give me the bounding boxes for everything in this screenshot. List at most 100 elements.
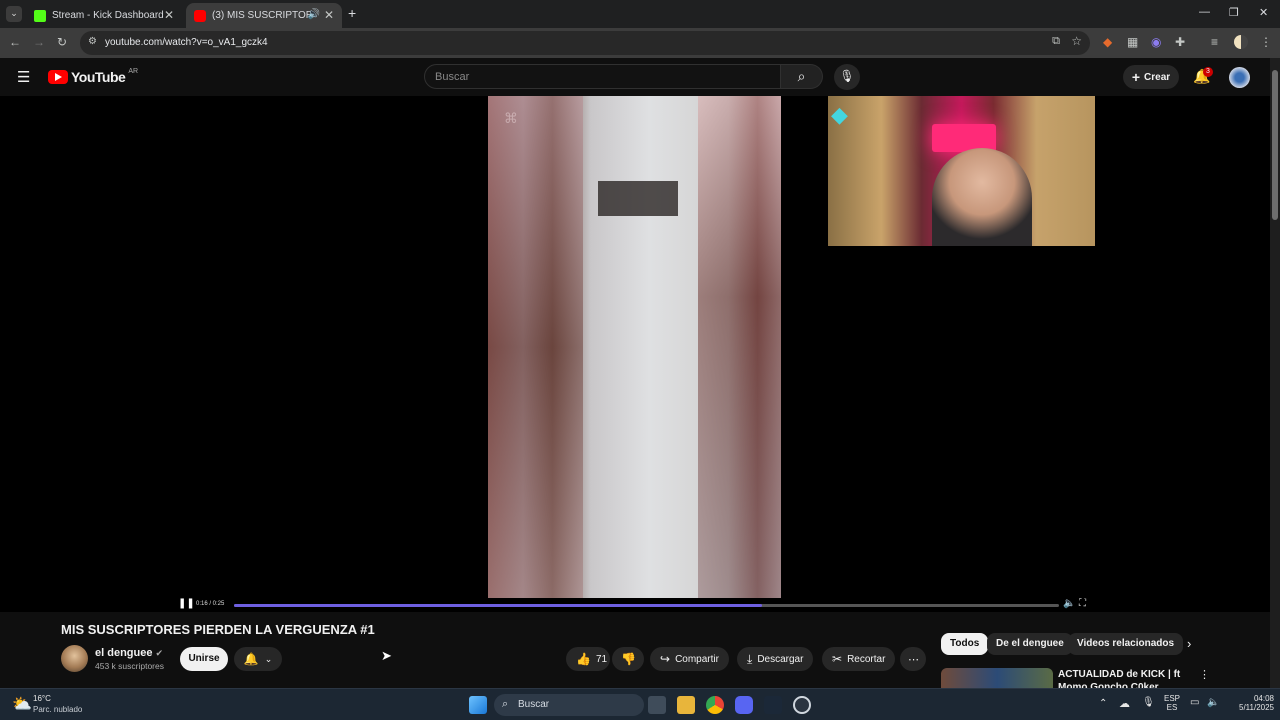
pause-icon[interactable]: ❚❚ [178, 598, 195, 609]
close-tab-icon[interactable]: ✕ [324, 8, 334, 22]
url-text: youtube.com/watch?v=o_vA1_gczk4 [105, 37, 268, 48]
progress-bar[interactable] [234, 604, 1059, 607]
bookmark-star-icon[interactable]: ☆ [1071, 34, 1082, 48]
recommended-more-icon[interactable]: ⋮ [1199, 668, 1210, 681]
thumbs-up-icon: 👍 [576, 652, 591, 666]
recommended-video-thumbnail[interactable] [941, 668, 1053, 688]
keyboard-layout: ES [1166, 703, 1178, 712]
obs-icon[interactable] [793, 696, 811, 714]
volume-icon[interactable]: 🔈 [1063, 598, 1075, 609]
chrome-icon[interactable] [706, 696, 724, 714]
language-indicator[interactable]: ESP ES [1164, 694, 1180, 712]
mouse-cursor-icon: ➤ [381, 648, 392, 663]
weather-cloud-icon[interactable]: ⛅ [12, 694, 32, 714]
clip-button[interactable]: ✂ Recortar [822, 647, 896, 671]
file-explorer-icon[interactable] [677, 696, 695, 714]
scrollbar-thumb[interactable] [1272, 70, 1278, 220]
join-button[interactable]: Unirse [180, 647, 228, 671]
forward-icon[interactable]: → [33, 35, 45, 49]
weather-description: Parc. nublado [33, 705, 83, 714]
minimize-icon[interactable]: — [1199, 6, 1210, 18]
youtube-play-logo-icon [48, 70, 68, 84]
bell-icon: 🔔 [243, 652, 259, 666]
close-tab-icon[interactable]: ✕ [164, 8, 174, 22]
speaker-icon[interactable]: 🔈 [1207, 697, 1219, 708]
new-tab-icon[interactable]: + [348, 5, 356, 21]
tab-youtube-video[interactable]: (3) MIS SUSCRIPTORES PIE 🔊 ✕ [186, 3, 342, 28]
right-shelf [698, 96, 781, 598]
task-view-icon[interactable] [648, 696, 666, 714]
onedrive-cloud-icon[interactable]: ☁ [1119, 697, 1130, 710]
channel-name[interactable]: el denguee ✔ [95, 647, 163, 659]
site-info-icon[interactable]: ⚙ [88, 36, 97, 47]
display-icon[interactable]: ▭ [1190, 697, 1199, 708]
voice-search-button[interactable]: 🎙 [834, 64, 860, 90]
thumbs-down-icon: 👎 [621, 652, 636, 666]
media-controls-icon[interactable]: ≡ [1211, 35, 1218, 49]
clock-time: 04:08 [1253, 694, 1274, 703]
page-scrollbar[interactable] [1270, 58, 1280, 688]
search-placeholder: Buscar [435, 71, 470, 83]
chip-from-channel[interactable]: De el denguee [987, 633, 1073, 655]
profile-avatar-icon[interactable] [1234, 35, 1248, 49]
download-button[interactable]: ⤓ Descargar [737, 647, 814, 671]
windows-taskbar: ⛅ 16°C Parc. nublado ⌕ Buscar ⌃ ☁ 🎙 ESP … [0, 688, 1280, 720]
video-player[interactable]: ⌘ ◆ ❚❚ 0:16 / 0:25 🔈 ⛶ [0, 96, 1270, 612]
hamburger-menu-icon[interactable]: ☰ [17, 68, 30, 86]
close-window-icon[interactable]: ✕ [1259, 6, 1268, 19]
video-title: MIS SUSCRIPTORES PIERDEN LA VERGUENZA #1 [61, 622, 375, 637]
chip-all[interactable]: Todos [941, 633, 989, 655]
video-frame-store-aisle: ⌘ [488, 96, 781, 598]
progress-played [234, 604, 762, 607]
download-icon: ⤓ [747, 651, 753, 666]
more-actions-button[interactable]: ⋯ [900, 647, 926, 671]
subscriber-count: 453 k suscriptores [95, 661, 164, 671]
search-button[interactable]: ⌕ [781, 64, 823, 89]
more-menu-icon[interactable]: ⋮ [1260, 35, 1272, 49]
tray-overflow-icon[interactable]: ⌃ [1099, 698, 1107, 709]
taskbar-search[interactable]: ⌕ Buscar [494, 694, 644, 716]
weather-temperature: 16°C [33, 694, 51, 703]
share-button[interactable]: ↪ Compartir [650, 647, 729, 671]
youtube-header: ☰ YouTube AR Buscar ⌕ 🎙 + Crear 🔔 3 [0, 58, 1270, 96]
create-button[interactable]: + Crear [1123, 65, 1179, 89]
discord-icon[interactable] [735, 696, 753, 714]
chevron-right-icon[interactable]: › [1187, 636, 1191, 651]
extensions-puzzle-icon[interactable]: ✚ [1175, 35, 1185, 49]
extension-circle-icon[interactable]: ◉ [1151, 35, 1161, 49]
clip-label: Recortar [847, 653, 886, 665]
chip-related[interactable]: Videos relacionados [1068, 633, 1184, 655]
back-icon[interactable]: ← [9, 35, 21, 49]
restore-icon[interactable]: ❐ [1229, 6, 1239, 19]
verified-badge-icon: ✔ [155, 648, 164, 658]
like-button[interactable]: 👍 71 [566, 647, 610, 671]
microphone-tray-icon[interactable]: 🎙 [1142, 697, 1155, 708]
address-bar[interactable]: ⚙ youtube.com/watch?v=o_vA1_gczk4 ⧉ ☆ [80, 31, 1090, 55]
tab-search-button[interactable]: ⌄ [6, 6, 22, 22]
install-app-icon[interactable]: ⧉ [1052, 35, 1060, 48]
browser-tab-strip: ⌄ Stream - Kick Dashboard ✕ (3) MIS SUSC… [0, 0, 1280, 28]
steam-icon[interactable] [764, 696, 782, 714]
search-input[interactable]: Buscar [424, 64, 781, 89]
share-label: Compartir [675, 653, 719, 665]
extension-grid-icon[interactable]: ▦ [1127, 35, 1138, 49]
subscription-bell-button[interactable]: 🔔 ⌄ [234, 647, 282, 671]
tab-kick-dashboard[interactable]: Stream - Kick Dashboard ✕ [26, 3, 182, 28]
time-display: 0:16 / 0:25 [196, 601, 225, 607]
channel-avatar[interactable] [61, 645, 88, 672]
recommended-video-title[interactable]: ACTUALIDAD de KICK | ft Momo Goncho C0ke… [1058, 668, 1198, 690]
youtube-logo[interactable]: YouTube AR [48, 68, 138, 85]
reload-icon[interactable]: ↻ [57, 35, 67, 49]
windows-start-icon[interactable] [469, 696, 487, 714]
player-controls: ❚❚ 0:16 / 0:25 🔈 ⛶ [176, 598, 1094, 612]
tab-title: Stream - Kick Dashboard [52, 10, 164, 21]
clock[interactable]: 04:08 5/11/2025 [1228, 694, 1274, 712]
youtube-wordmark: YouTube [71, 69, 126, 85]
fullscreen-icon[interactable]: ⛶ [1079, 598, 1086, 609]
account-avatar[interactable] [1229, 67, 1250, 88]
extension-fox-icon[interactable]: ◆ [1103, 35, 1112, 49]
audio-playing-icon[interactable]: 🔊 [308, 9, 320, 20]
dislike-button[interactable]: 👎 [612, 647, 644, 671]
streamer-figure [932, 148, 1032, 246]
like-count: 71 [595, 653, 608, 665]
